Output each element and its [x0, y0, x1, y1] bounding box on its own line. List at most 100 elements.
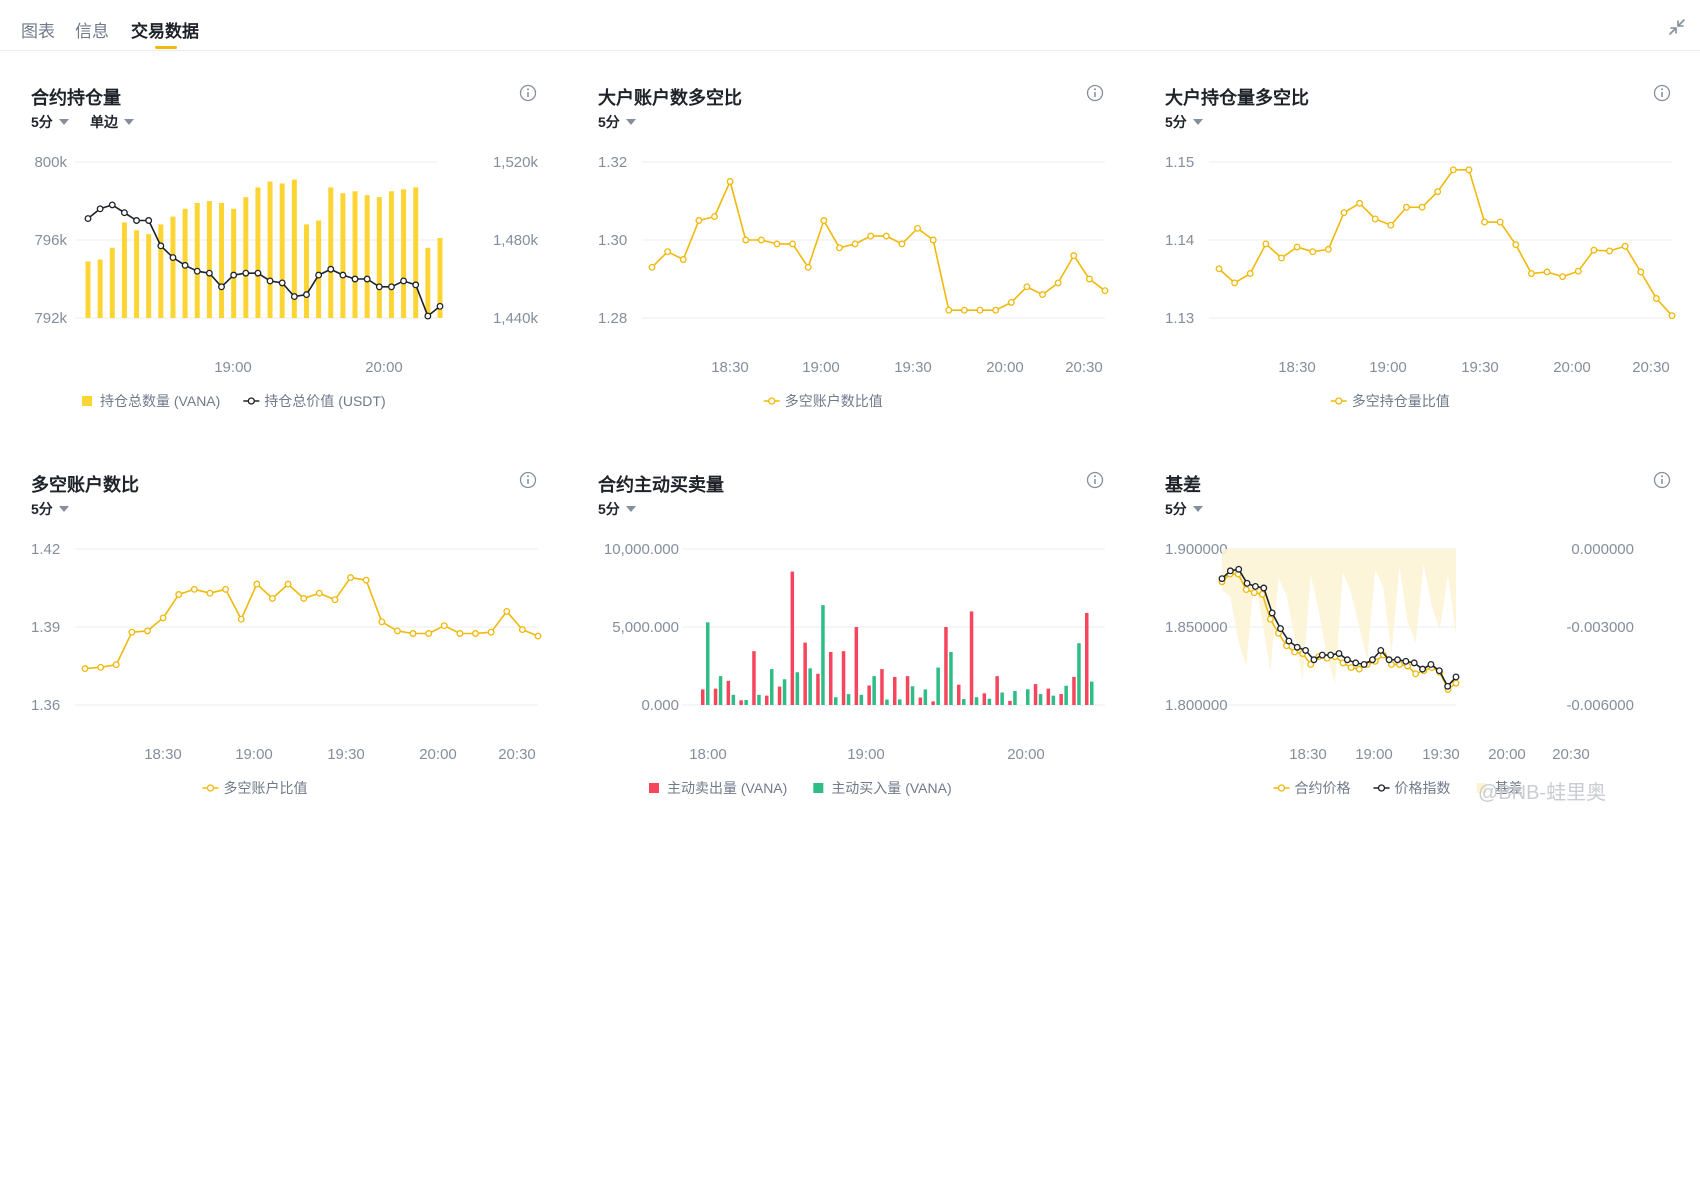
y-tick-label: 1.30: [598, 232, 627, 249]
top-acct-point: [945, 306, 953, 314]
buy-bar: [1013, 690, 1017, 705]
top-acct-point: [992, 306, 1000, 314]
price-index-point: [1335, 650, 1343, 657]
buy-bar: [910, 686, 915, 705]
oi-bar: [401, 189, 407, 318]
oi-value-point: [412, 281, 420, 289]
price-index-point: [1435, 667, 1443, 675]
top-pos-point: [1278, 254, 1285, 262]
oi-value-point: [108, 201, 116, 209]
panel-long-short-account-ratio: 多空账户数比 5分 1.42 1.39 1.36 18:30 19:00 19:30 20:…: [0, 387, 542, 796]
sell-bar: [1008, 700, 1012, 705]
collapse-icon[interactable]: [1666, 16, 1688, 38]
top-acct-point: [1101, 287, 1109, 295]
buy-bar: [782, 679, 787, 705]
ls-acct-point: [159, 614, 167, 622]
oi-value-line: [87, 204, 441, 317]
y-tick-label: 792k: [34, 310, 67, 327]
oi-value-point: [278, 279, 286, 287]
x-tick-label: 20:30: [1065, 359, 1103, 376]
x-tick-label: 20:00: [986, 359, 1024, 376]
info-icon[interactable]: [1086, 84, 1104, 102]
price-index-point: [1310, 656, 1318, 664]
legend-label: 主动卖出量 (VANA): [667, 780, 787, 796]
y-tick-label: 1.32: [598, 154, 627, 171]
top-pos-point: [1574, 267, 1582, 275]
oi-bar: [121, 222, 127, 318]
oi-value-point: [230, 271, 238, 279]
top-acct-point: [914, 224, 922, 232]
sell-bar: [841, 651, 846, 705]
oi-value-point: [424, 312, 432, 320]
top-pos-point: [1449, 166, 1457, 174]
x-tick-label: 19:00: [802, 359, 840, 376]
price-index-point: [1452, 673, 1460, 681]
oi-value-point: [157, 242, 165, 250]
top-acct-point: [773, 240, 781, 248]
buy-bar: [795, 672, 800, 705]
top-pos-point: [1465, 166, 1473, 174]
y-tick-label: 5,000.000: [612, 619, 679, 636]
ls-acct-point: [222, 585, 230, 593]
ls-acct-point: [503, 607, 511, 615]
info-icon[interactable]: [519, 471, 537, 489]
y2-tick-label: 1,520k: [493, 154, 539, 171]
ls-acct-point: [300, 594, 308, 602]
info-icon[interactable]: [519, 84, 537, 102]
sell-bar: [713, 688, 718, 705]
contract-price-point: [1242, 586, 1250, 594]
oi-value-point: [436, 302, 444, 310]
panel-open-interest: 合约持仓量 5分 单边 800k 796k 792k 1,520k 1,480k 1,44…: [0, 0, 538, 409]
legend-label: 价格指数: [1395, 780, 1451, 796]
y-tick-label: 796k: [34, 232, 67, 249]
panel-taker-volume: 合约主动买卖量 5分 10,000.000 5,000.000 0.000 18:00…: [567, 387, 1105, 796]
sell-bar: [752, 651, 756, 705]
sell-bar: [1059, 694, 1063, 705]
sell-bar: [957, 684, 961, 705]
ls-acct-point: [393, 627, 401, 635]
ls-acct-point: [253, 580, 261, 588]
top-acct-point: [695, 217, 703, 224]
oi-bar: [158, 224, 164, 318]
sell-bar: [1072, 676, 1076, 705]
x-tick-label: 19:00: [235, 746, 273, 763]
contract-price-point: [1452, 679, 1460, 687]
top-pos-point: [1652, 295, 1660, 302]
buy-bar: [898, 699, 902, 705]
buy-bar: [1038, 694, 1043, 705]
price-index-point: [1444, 682, 1452, 690]
ls-acct-point: [128, 628, 136, 636]
ls-acct-point: [206, 589, 214, 597]
price-index-point: [1343, 656, 1351, 664]
top-pos-point: [1496, 218, 1504, 226]
info-icon[interactable]: [1086, 471, 1104, 489]
info-icon[interactable]: [1653, 471, 1671, 489]
legend-swatch: [649, 783, 659, 793]
price-index-point: [1402, 657, 1410, 665]
price-index-point: [1260, 584, 1268, 592]
top-acct-point: [882, 232, 890, 240]
top-acct-point: [726, 178, 734, 185]
price-index-point: [1394, 656, 1401, 664]
top-pos-point: [1606, 247, 1613, 255]
price-index-point: [1293, 643, 1301, 651]
info-icon[interactable]: [1653, 84, 1671, 102]
top-pos-point: [1231, 279, 1239, 287]
y-tick-label: 1.28: [598, 310, 627, 327]
oi-value-point: [351, 275, 359, 283]
sell-bar: [790, 571, 795, 705]
contract-price-point: [1355, 665, 1363, 673]
ls-acct-point: [97, 663, 105, 671]
ls-acct-point: [331, 596, 339, 604]
buy-bar: [962, 699, 966, 705]
x-tick-label: 19:30: [894, 359, 932, 376]
price-index-point: [1277, 625, 1284, 633]
x-tick-label: 20:30: [498, 746, 536, 763]
oi-bar: [352, 191, 358, 318]
oi-value-point: [266, 277, 274, 285]
oi-bar: [97, 259, 103, 318]
price-index-point: [1318, 651, 1326, 659]
contract-price-point: [1347, 664, 1355, 672]
ls-acct-point: [409, 630, 417, 637]
buy-bar: [1090, 681, 1094, 705]
